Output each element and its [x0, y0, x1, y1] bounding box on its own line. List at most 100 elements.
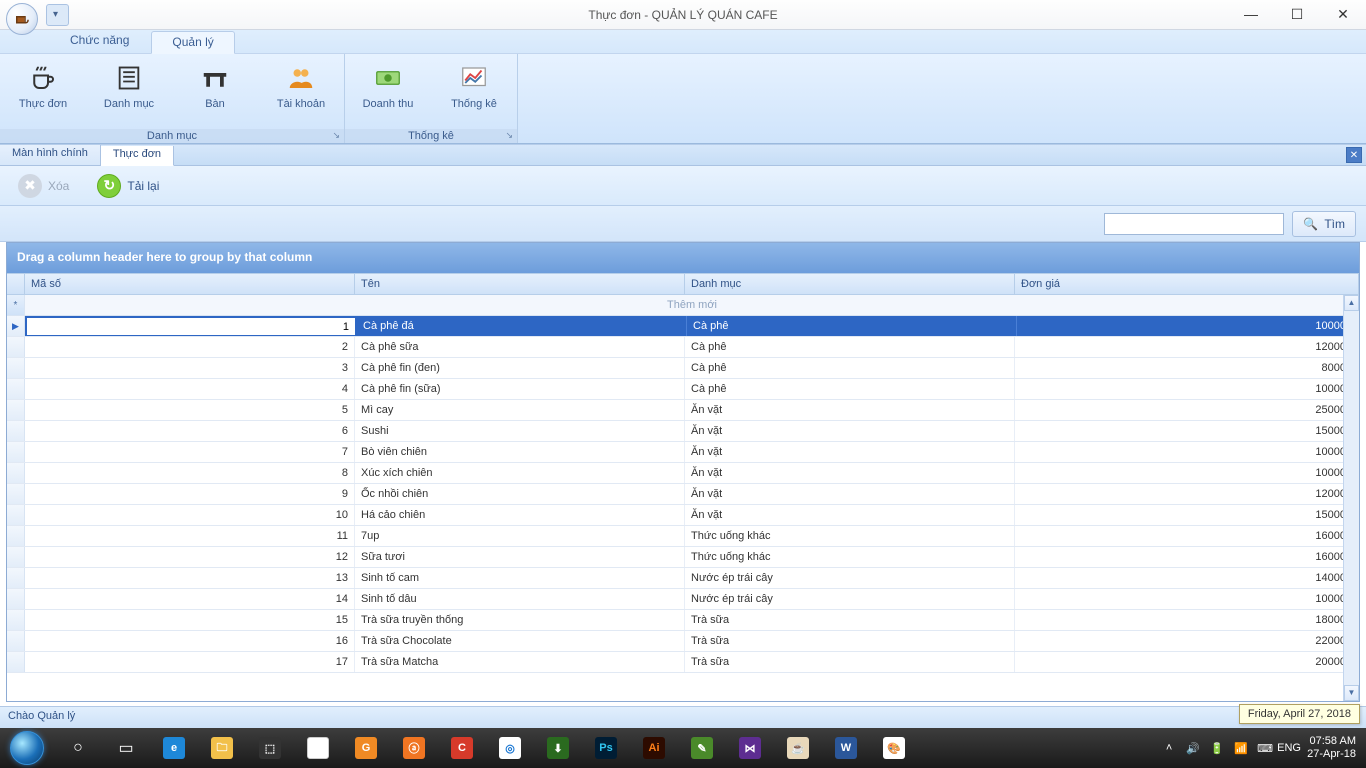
tray-chevron-icon[interactable]: ˄ [1157, 742, 1181, 754]
cell-name[interactable]: Bò viên chiên [355, 442, 685, 462]
taskbar-app-orange[interactable]: G [342, 728, 390, 768]
cell-price[interactable]: 10000 [1017, 316, 1359, 336]
cell-id[interactable]: 16 [25, 631, 355, 651]
table-row[interactable]: 15Trà sữa truyền thốngTrà sữa18000 [7, 610, 1359, 631]
cell-price[interactable]: 10000 [1015, 379, 1359, 399]
taskbar-this-app[interactable]: ☕ [774, 728, 822, 768]
taskbar-taskview[interactable]: ▭ [102, 728, 150, 768]
scroll-down-icon[interactable]: ▼ [1344, 685, 1359, 701]
column-header-id[interactable]: Mã số [25, 274, 355, 294]
cell-name[interactable]: Sinh tố cam [355, 568, 685, 588]
cell-category[interactable]: Ăn vặt [685, 400, 1015, 420]
taskbar-paint[interactable]: 🎨 [870, 728, 918, 768]
table-row[interactable]: 4Cà phê fin (sữa)Cà phê10000 [7, 379, 1359, 400]
cell-id[interactable]: 15 [25, 610, 355, 630]
cell-name[interactable]: Cà phê fin (sữa) [355, 379, 685, 399]
ribbon-tab-manage[interactable]: Quản lý [151, 31, 234, 54]
cell-category[interactable]: Ăn vặt [685, 442, 1015, 462]
doc-tab-main[interactable]: Màn hình chính [0, 145, 101, 165]
taskbar-explorer[interactable]: 🗀 [198, 728, 246, 768]
cell-name[interactable]: Trà sữa truyền thống [355, 610, 685, 630]
taskbar-photoshop[interactable]: Ps [582, 728, 630, 768]
cell-id[interactable]: 14 [25, 589, 355, 609]
cell-name[interactable]: Há cảo chiên [355, 505, 685, 525]
tray-keyboard-icon[interactable]: ⌨ [1253, 742, 1277, 755]
cell-id[interactable]: 17 [25, 652, 355, 672]
tray-battery-icon[interactable]: 🔋 [1205, 742, 1229, 755]
ribbon-stats-button[interactable]: Thống kê [439, 58, 509, 125]
vertical-scrollbar[interactable]: ▲ ▼ [1343, 295, 1359, 701]
cell-id[interactable]: 12 [25, 547, 355, 567]
cell-category[interactable]: Ăn vặt [685, 484, 1015, 504]
cell-price[interactable]: 12000 [1015, 484, 1359, 504]
ribbon-tab-func[interactable]: Chức năng [50, 30, 149, 53]
taskbar-cortana[interactable]: ○ [54, 728, 102, 768]
cell-id[interactable]: 7 [25, 442, 355, 462]
table-row[interactable]: 10Há cảo chiênĂn vặt15000 [7, 505, 1359, 526]
scroll-up-icon[interactable]: ▲ [1344, 295, 1359, 311]
dialog-launcher-icon[interactable]: ↘ [332, 130, 340, 141]
cell-name[interactable]: Cà phê sữa [355, 337, 685, 357]
table-row[interactable]: 17Trà sữa MatchaTrà sữa20000 [7, 652, 1359, 673]
table-row[interactable]: ▶1Cà phê đáCà phê10000 [7, 316, 1359, 337]
taskbar-illustrator[interactable]: Ai [630, 728, 678, 768]
system-tray[interactable]: ˄ 🔊 🔋 📶 ⌨ ENG 07:58 AM 27-Apr-18 [1157, 728, 1366, 768]
cell-category[interactable]: Ăn vặt [685, 421, 1015, 441]
taskbar-word[interactable]: W [822, 728, 870, 768]
cell-name[interactable]: Sinh tố dâu [355, 589, 685, 609]
ribbon-account-button[interactable]: Tài khoản [266, 58, 336, 125]
ribbon-category-button[interactable]: Danh mục [94, 58, 164, 125]
table-row[interactable]: 2Cà phê sữaCà phê12000 [7, 337, 1359, 358]
cell-price[interactable]: 14000 [1015, 568, 1359, 588]
cell-category[interactable]: Thức uống khác [685, 526, 1015, 546]
app-menu-button[interactable] [6, 3, 38, 35]
table-row[interactable]: 117upThức uống khác16000 [7, 526, 1359, 547]
ribbon-menu-button[interactable]: Thực đơn [8, 58, 78, 125]
table-row[interactable]: 9Ốc nhồi chiênĂn vặt12000 [7, 484, 1359, 505]
tray-clock[interactable]: 07:58 AM 27-Apr-18 [1301, 735, 1366, 761]
table-row[interactable]: 6SushiĂn vặt15000 [7, 421, 1359, 442]
table-row[interactable]: 7Bò viên chiênĂn vặt10000 [7, 442, 1359, 463]
data-grid[interactable]: Drag a column header here to group by th… [6, 242, 1360, 702]
cell-category[interactable]: Cà phê [687, 316, 1017, 336]
doc-tab-menu[interactable]: Thực đơn [101, 146, 174, 166]
maximize-button[interactable]: ☐ [1274, 0, 1320, 28]
minimize-button[interactable]: ― [1228, 0, 1274, 28]
cell-price[interactable]: 10000 [1015, 442, 1359, 462]
search-button[interactable]: 🔍 Tìm [1292, 211, 1356, 237]
column-header-name[interactable]: Tên [355, 274, 685, 294]
cell-name[interactable]: Sữa tươi [355, 547, 685, 567]
cell-id[interactable]: 5 [25, 400, 355, 420]
table-row[interactable]: 14Sinh tố dâuNước ép trái cây10000 [7, 589, 1359, 610]
ribbon-revenue-button[interactable]: Doanh thu [353, 58, 423, 125]
taskbar-idm[interactable]: ⬇ [534, 728, 582, 768]
cell-category[interactable]: Thức uống khác [685, 547, 1015, 567]
taskbar[interactable]: ○ ▭ e 🗀 ⬚ ◉ G ⓐ C ◎ ⬇ Ps Ai ✎ ⋈ ☕ W 🎨 ˄ … [0, 728, 1366, 768]
cell-price[interactable]: 20000 [1015, 652, 1359, 672]
cell-category[interactable]: Ăn vặt [685, 463, 1015, 483]
taskbar-corel[interactable]: ✎ [678, 728, 726, 768]
cell-id[interactable]: 8 [25, 463, 355, 483]
cell-price[interactable]: 22000 [1015, 631, 1359, 651]
table-row[interactable]: 12Sữa tươiThức uống khác16000 [7, 547, 1359, 568]
new-item-row[interactable]: * Thêm mới [7, 295, 1359, 316]
cell-id[interactable]: 6 [25, 421, 355, 441]
table-row[interactable]: 3Cà phê fin (đen)Cà phê8000 [7, 358, 1359, 379]
tray-volume-icon[interactable]: 🔊 [1181, 742, 1205, 755]
column-header-price[interactable]: Đơn giá [1015, 274, 1359, 294]
cell-price[interactable]: 10000 [1015, 463, 1359, 483]
table-row[interactable]: 8Xúc xích chiênĂn vặt10000 [7, 463, 1359, 484]
cell-id[interactable]: 1 [26, 317, 356, 336]
column-header-category[interactable]: Danh mục [685, 274, 1015, 294]
table-row[interactable]: 5Mì cayĂn vặt25000 [7, 400, 1359, 421]
table-row[interactable]: 13Sinh tố camNước ép trái cây14000 [7, 568, 1359, 589]
cell-id[interactable]: 2 [25, 337, 355, 357]
doc-tab-close-button[interactable]: ✕ [1346, 147, 1362, 163]
cell-category[interactable]: Ăn vặt [685, 505, 1015, 525]
cell-name[interactable]: Mì cay [355, 400, 685, 420]
tray-wifi-icon[interactable]: 📶 [1229, 742, 1253, 755]
cell-name[interactable]: Trà sữa Matcha [355, 652, 685, 672]
cell-name[interactable]: 7up [355, 526, 685, 546]
taskbar-store[interactable]: ⬚ [246, 728, 294, 768]
tray-language[interactable]: ENG [1277, 742, 1301, 754]
